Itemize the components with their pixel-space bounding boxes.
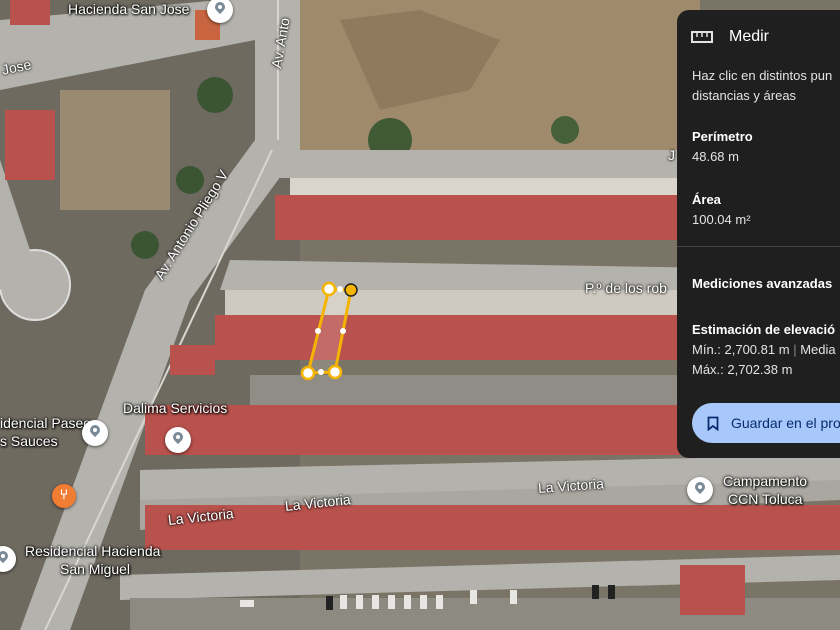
- place-pin-icon[interactable]: [687, 477, 713, 503]
- label-residencial-hacienda-line1[interactable]: Residencial Hacienda: [25, 543, 160, 559]
- elevation-label: Estimación de elevació: [692, 322, 836, 337]
- label-campamento-line1[interactable]: Campamento: [723, 473, 807, 489]
- elevation-separator: |: [793, 342, 797, 357]
- advanced-measurements-toggle[interactable]: Mediciones avanzadas: [692, 273, 832, 294]
- measure-panel-header: Medir: [691, 28, 769, 46]
- measure-vertex[interactable]: [321, 281, 337, 297]
- measure-vertex[interactable]: [327, 364, 343, 380]
- place-pin-icon[interactable]: [82, 420, 108, 446]
- label-campamento-line2[interactable]: CCN Toluca: [728, 491, 802, 507]
- area-value: 100.04 m²: [692, 212, 751, 227]
- elevation-min-row: Mín.: 2,700.81 m | Media: [692, 339, 836, 360]
- divider: [677, 246, 840, 247]
- perimeter-value: 48.68 m: [692, 149, 739, 164]
- house-roofs-row-2: [215, 290, 680, 360]
- label-residencial-hacienda-line2[interactable]: San Miguel: [60, 561, 130, 577]
- restaurant-pin-icon[interactable]: ⑂: [52, 484, 76, 508]
- label-residencial-paseo-line2[interactable]: s Sauces: [0, 433, 58, 449]
- label-residencial-paseo-line1[interactable]: idencial Paseo: [0, 415, 91, 431]
- area-label: Área: [692, 192, 721, 207]
- bookmark-icon: [707, 416, 719, 431]
- elevation-min: Mín.: 2,700.81 m: [692, 342, 790, 357]
- instructions-line2: distancias y áreas: [692, 88, 797, 103]
- panel-title: Medir: [729, 28, 770, 45]
- place-pin-icon[interactable]: [165, 427, 191, 453]
- house-roofs-row-4: [145, 505, 840, 550]
- measure-midpoint[interactable]: [337, 286, 343, 292]
- save-to-project-button[interactable]: Guardar en el pro: [692, 403, 840, 443]
- house-roofs-row-1: [275, 178, 680, 240]
- perimeter-label: Perímetro: [692, 129, 753, 144]
- elevation-max: Máx.: 2,702.38 m: [692, 362, 793, 377]
- elevation-mean: Media: [800, 342, 836, 357]
- measure-vertex[interactable]: [344, 283, 358, 297]
- instructions-line1: Haz clic en distintos pun: [692, 68, 833, 83]
- label-edge-road: J: [668, 147, 675, 163]
- label-hacienda-san-jose[interactable]: Hacienda San Jose: [68, 1, 189, 17]
- measure-midpoint[interactable]: [318, 369, 324, 375]
- save-button-label: Guardar en el pro: [731, 415, 840, 431]
- measure-vertex[interactable]: [300, 365, 316, 381]
- ruler-icon: [691, 31, 713, 43]
- measure-midpoint[interactable]: [315, 328, 321, 334]
- empty-lot: [60, 90, 170, 210]
- label-dalima-servicios[interactable]: Dalima Servicios: [123, 400, 227, 416]
- measure-panel: Medir Haz clic en distintos pun distanci…: [677, 10, 840, 458]
- measure-midpoint[interactable]: [340, 328, 346, 334]
- label-p-de-los-robles: P.º de los rob: [585, 280, 667, 296]
